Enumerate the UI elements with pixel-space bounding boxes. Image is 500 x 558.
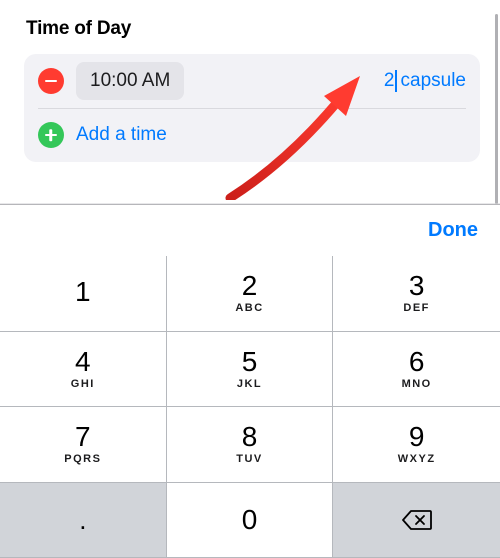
done-button[interactable]: Done [428,219,478,242]
backspace-icon [402,509,432,531]
remove-time-button[interactable] [38,68,64,94]
keypad-key-3[interactable]: 3 DEF [333,256,500,332]
add-time-row[interactable]: Add a time [38,108,466,162]
keypad-key-6[interactable]: 6 MNO [333,332,500,408]
keypad-key-9[interactable]: 9 WXYZ [333,407,500,483]
add-time-button[interactable] [38,122,64,148]
keypad-key-0[interactable]: 0 [167,483,334,558]
quantity-field[interactable]: 2 capsule [384,70,466,92]
quantity-unit: capsule [401,70,467,92]
keypad-key-4[interactable]: 4 GHI [0,332,167,408]
numeric-keypad: 1 2 ABC 3 DEF 4 GHI 5 JKL 6 MNO 7 PQRS 8… [0,256,500,558]
keypad-key-decimal[interactable]: . [0,483,167,558]
plus-icon [50,129,53,141]
keypad-key-2[interactable]: 2 ABC [167,256,334,332]
minus-icon [45,80,57,83]
scroll-indicator[interactable] [495,14,498,204]
add-time-label: Add a time [76,124,167,146]
keypad-key-7[interactable]: 7 PQRS [0,407,167,483]
keypad-key-1[interactable]: 1 [0,256,167,332]
time-entries-card: 10:00 AM 2 capsule Add a time [24,54,480,162]
quantity-value: 2 [384,70,397,92]
time-picker-value[interactable]: 10:00 AM [76,62,184,100]
keyboard-toolbar: Done [0,204,500,256]
keypad-key-8[interactable]: 8 TUV [167,407,334,483]
time-entry-row: 10:00 AM 2 capsule [38,54,466,108]
keypad-key-5[interactable]: 5 JKL [167,332,334,408]
section-title-time-of-day: Time of Day [26,18,480,40]
keypad-key-backspace[interactable] [333,483,500,558]
